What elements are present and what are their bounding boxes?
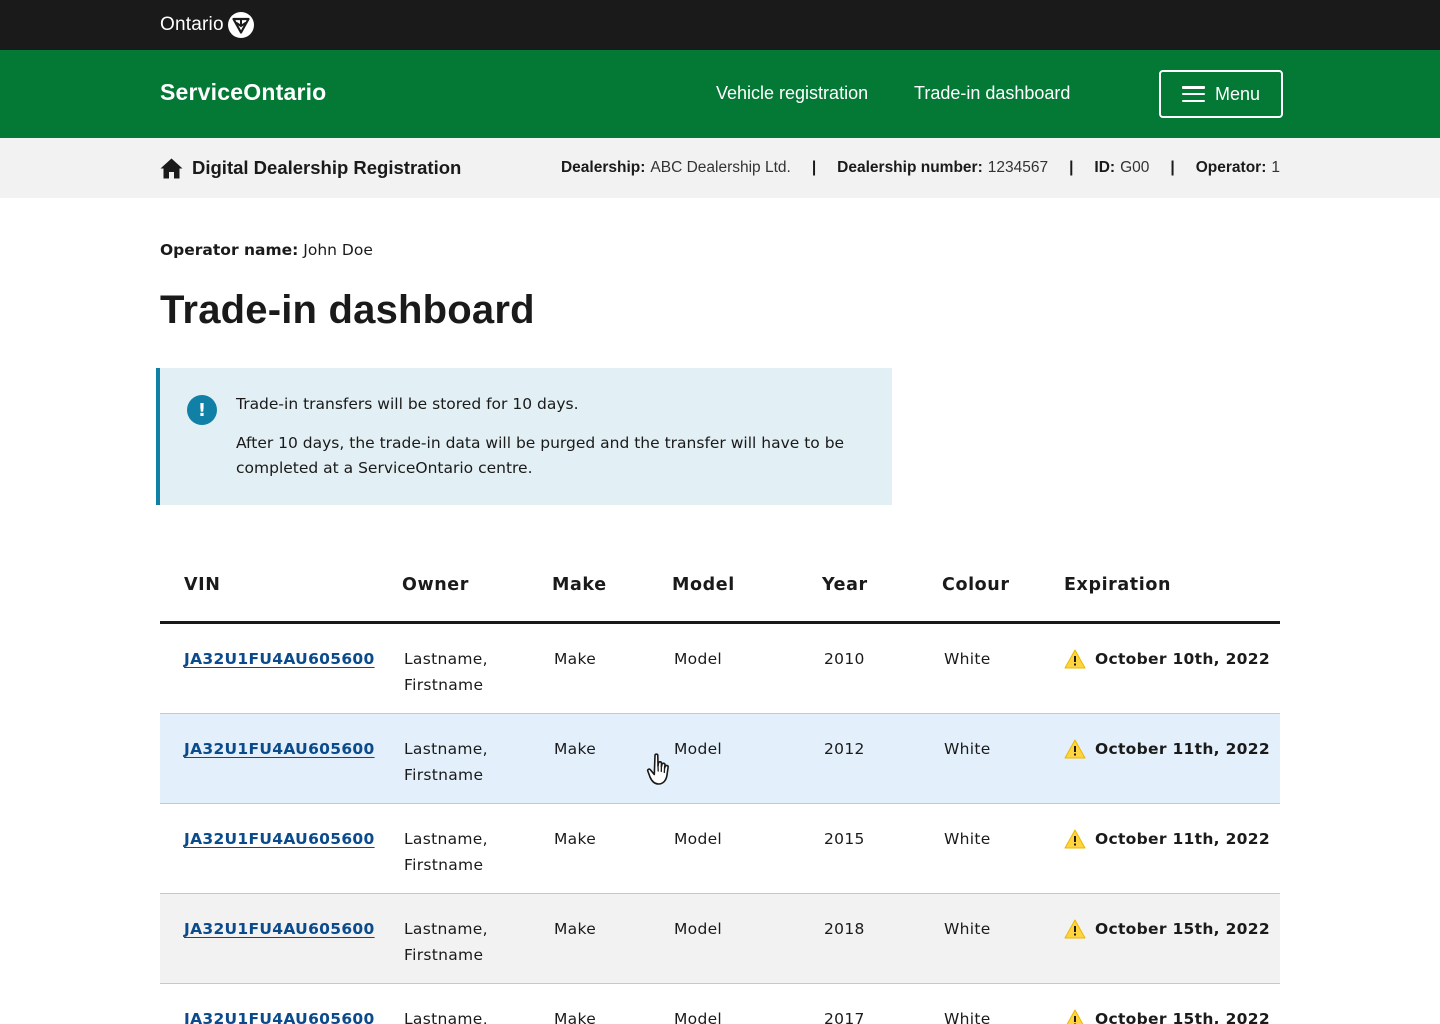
table-row[interactable]: JA32U1FU4AU605600 Lastname, Firstname Ma… [160, 894, 1280, 984]
year-cell: 2015 [824, 830, 865, 848]
column-header-model[interactable]: Model [672, 575, 735, 595]
owner-cell: Lastname, Firstname [404, 920, 488, 964]
operator-name-value: John Doe [303, 241, 373, 259]
model-cell: Model [674, 1010, 723, 1024]
expiration-cell: October 11th, 2022 [1064, 736, 1270, 762]
menu-button-label: Menu [1214, 83, 1261, 104]
make-cell: Make [554, 1010, 597, 1024]
year-cell: 2010 [824, 650, 865, 668]
expiration-date: October 15th, 2022 [1095, 920, 1270, 938]
column-header-expiration[interactable]: Expiration [1064, 575, 1171, 595]
id-key: ID: [1094, 159, 1116, 176]
separator: | [1069, 159, 1074, 176]
warning-icon [1064, 649, 1086, 669]
dealership-number-key: Dealership number: [837, 159, 983, 176]
model-cell: Model [674, 650, 723, 668]
info-icon: ! [187, 395, 217, 425]
ontario-logo-text: Ontario [160, 14, 224, 35]
owner-cell: Lastname, Firstname [404, 830, 488, 874]
callout-text-2: After 10 days, the trade-in data will be… [236, 434, 845, 477]
year-cell: 2017 [824, 1010, 865, 1024]
column-header-vin[interactable]: VIN [184, 575, 221, 595]
model-cell: Model [674, 740, 723, 758]
dealership-value: ABC Dealership Ltd. [650, 159, 791, 176]
info-callout: ! Trade-in transfers will be stored for … [156, 368, 892, 505]
expiration-date: October 15th, 2022 [1095, 1010, 1270, 1024]
expiration-cell: October 15th, 2022 [1064, 1006, 1270, 1024]
expiration-cell: October 10th, 2022 [1064, 646, 1270, 672]
app-title[interactable]: ServiceOntario [160, 79, 326, 106]
hand-pointer-icon [646, 753, 669, 785]
dealership-number-value: 1234567 [987, 159, 1049, 176]
colour-cell: White [944, 830, 991, 848]
make-cell: Make [554, 920, 597, 938]
nav-link-trade-in-dashboard[interactable]: Trade-in dashboard [914, 83, 1070, 104]
trade-in-table: VIN Owner Make Model Year Colour Expirat… [160, 560, 1280, 1024]
page-title: Trade-in dashboard [160, 288, 535, 332]
separator: | [1170, 159, 1175, 176]
warning-icon [1064, 919, 1086, 939]
colour-cell: White [944, 1010, 991, 1024]
operator-key: Operator: [1195, 159, 1267, 176]
colour-cell: White [944, 740, 991, 758]
home-link-label: Digital Dealership Registration [192, 157, 462, 178]
expiration-cell: October 11th, 2022 [1064, 826, 1270, 852]
table-row[interactable]: JA32U1FU4AU605600 Lastname, Firstname Ma… [160, 714, 1280, 804]
government-bar: Ontario [0, 0, 1440, 50]
expiration-date: October 10th, 2022 [1095, 650, 1270, 668]
vin-link[interactable]: JA32U1FU4AU605600 [184, 1006, 375, 1024]
vin-link[interactable]: JA32U1FU4AU605600 [184, 736, 375, 762]
column-header-colour[interactable]: Colour [942, 575, 1010, 595]
id-value: G00 [1120, 159, 1150, 176]
operator-name: Operator name: John Doe [160, 241, 373, 259]
app-header: ServiceOntario Vehicle registration Trad… [0, 50, 1440, 138]
colour-cell: White [944, 920, 991, 938]
expiration-date: October 11th, 2022 [1095, 740, 1270, 758]
table-header: VIN Owner Make Model Year Colour Expirat… [160, 560, 1280, 624]
vin-link[interactable]: JA32U1FU4AU605600 [184, 916, 375, 942]
separator: | [811, 159, 817, 176]
dealership-key: Dealership: [560, 159, 646, 176]
operator-name-key: Operator name: [160, 241, 299, 259]
callout-text-1: Trade-in transfers will be stored for 10… [236, 395, 579, 413]
warning-icon [1066, 1009, 1084, 1024]
model-cell: Model [674, 830, 723, 848]
column-header-year[interactable]: Year [822, 575, 868, 595]
make-cell: Make [554, 830, 597, 848]
vin-link[interactable]: JA32U1FU4AU605600 [184, 646, 375, 672]
vin-link[interactable]: JA32U1FU4AU605600 [184, 826, 375, 852]
dealership-subheader: Digital Dealership Registration Dealersh… [0, 138, 1440, 198]
column-header-make[interactable]: Make [552, 575, 607, 595]
owner-cell: Lastname, Firstname [404, 740, 488, 784]
owner-cell: Lastname, Firstname [404, 1010, 488, 1024]
home-link[interactable]: Digital Dealership Registration [160, 157, 461, 179]
warning-icon [1064, 829, 1086, 849]
colour-cell: White [944, 650, 991, 668]
year-cell: 2012 [824, 740, 865, 758]
make-cell: Make [554, 740, 597, 758]
column-header-owner[interactable]: Owner [402, 575, 469, 595]
trillium-icon [227, 12, 254, 38]
expiration-cell: October 15th, 2022 [1064, 916, 1270, 942]
nav-link-vehicle-registration[interactable]: Vehicle registration [716, 83, 868, 104]
hamburger-icon [1181, 86, 1205, 102]
owner-cell: Lastname, Firstname [404, 650, 488, 694]
operator-value: 1 [1271, 159, 1280, 176]
year-cell: 2018 [824, 920, 865, 938]
table-row[interactable]: JA32U1FU4AU605600 Lastname, Firstname Ma… [160, 624, 1280, 714]
expiration-date: October 11th, 2022 [1095, 830, 1270, 848]
menu-button[interactable]: Menu [1159, 70, 1283, 118]
ontario-logo[interactable]: Ontario [160, 12, 254, 38]
table-row[interactable]: JA32U1FU4AU605600 Lastname, Firstname Ma… [160, 984, 1280, 1024]
table-row[interactable]: JA32U1FU4AU605600 Lastname, Firstname Ma… [160, 804, 1280, 894]
warning-icon [1064, 739, 1086, 759]
model-cell: Model [674, 920, 723, 938]
home-icon [160, 158, 183, 178]
dealership-info: Dealership: ABC Dealership Ltd. | Dealer… [561, 159, 1280, 177]
make-cell: Make [554, 650, 597, 668]
